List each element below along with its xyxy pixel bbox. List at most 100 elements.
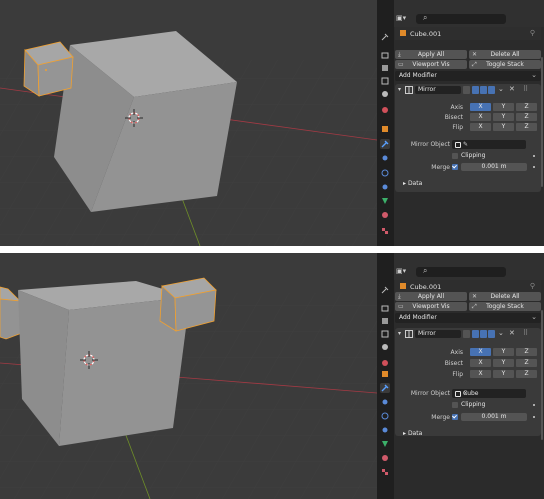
merge-distance-field[interactable]: 0.001 m — [461, 163, 527, 171]
delete-all-button[interactable]: ✕ Delete All — [469, 50, 541, 59]
search-input[interactable]: ⌕ — [416, 13, 506, 24]
mirror-object-field[interactable]: ✎ — [452, 140, 526, 149]
apply-all-button[interactable]: ⤓ Apply All — [395, 50, 467, 59]
render-camera-icon[interactable] — [488, 330, 495, 338]
viewport-display-icon[interactable] — [480, 330, 487, 338]
flip-y-toggle[interactable]: Y — [493, 123, 514, 131]
bisect-y-toggle[interactable]: Y — [493, 113, 514, 121]
flip-x-toggle[interactable]: X — [470, 123, 491, 131]
pin-icon[interactable]: ⚲ — [530, 282, 535, 290]
bisect-y-toggle[interactable]: Y — [493, 359, 514, 367]
eyedropper-icon[interactable]: ✎ — [463, 140, 523, 149]
scrollbar[interactable] — [541, 57, 543, 187]
add-modifier-dropdown[interactable]: Add Modifier ⌄ — [395, 71, 541, 81]
edit-mode-triangle-icon[interactable] — [463, 330, 470, 338]
clipping-checkbox[interactable] — [452, 153, 458, 159]
modifier-name-field[interactable]: Mirror — [415, 86, 461, 94]
viewport-vis-button[interactable]: ▭ Viewport Vis — [395, 302, 467, 311]
merge-distance-field[interactable]: 0.001 m — [461, 413, 527, 421]
tool-tab-icon[interactable] — [380, 32, 390, 42]
modifier-tab-wrench-icon[interactable] — [380, 139, 390, 149]
modifier-menu-chevron-icon[interactable]: ⌄ — [498, 85, 504, 93]
data-subpanel-toggle[interactable]: ▸ Data — [403, 430, 422, 437]
search-input[interactable]: ⌕ — [416, 266, 506, 277]
delete-all-button[interactable]: ✕ Delete All — [469, 292, 541, 301]
view-layer-tab-icon[interactable] — [380, 329, 390, 339]
constraints-tab-icon[interactable] — [380, 182, 390, 192]
properties-editor-icon[interactable]: ▣▾ — [396, 14, 412, 24]
modifier-menu-chevron-icon[interactable]: ⌄ — [498, 329, 504, 337]
pin-icon[interactable]: ⚲ — [530, 29, 535, 37]
data-tab-icon[interactable] — [380, 196, 390, 206]
merge-checkbox[interactable] — [452, 414, 458, 420]
drag-handle-icon[interactable]: ⠿ — [523, 85, 528, 93]
tool-tab-icon[interactable] — [380, 285, 390, 295]
bisect-z-toggle[interactable]: Z — [516, 359, 537, 367]
render-tab-icon[interactable] — [380, 50, 390, 60]
clear-field-icon[interactable]: ✕ — [463, 389, 523, 398]
material-tab-icon[interactable] — [380, 210, 390, 220]
axis-x-toggle[interactable]: X — [470, 348, 491, 356]
axis-y-toggle[interactable]: Y — [493, 103, 514, 111]
output-tab-icon[interactable] — [380, 63, 390, 73]
constraints-tab-icon[interactable] — [380, 425, 390, 435]
viewport-vis-button[interactable]: ▭ Viewport Vis — [395, 60, 467, 69]
texture-tab-icon[interactable] — [380, 226, 390, 236]
edit-mode-triangle-icon[interactable] — [463, 86, 470, 94]
collapse-chevron-icon[interactable]: ▾ — [398, 330, 401, 337]
mirror-object-field[interactable]: Cube ✕ — [452, 389, 526, 398]
collapse-chevron-icon[interactable]: ▾ — [398, 86, 401, 93]
output-tab-icon[interactable] — [380, 316, 390, 326]
data-tab-icon[interactable] — [380, 439, 390, 449]
merge-checkbox[interactable] — [452, 164, 458, 170]
flip-z-toggle[interactable]: Z — [516, 370, 537, 378]
3d-viewport[interactable] — [0, 253, 377, 499]
world-tab-icon[interactable] — [380, 358, 390, 368]
render-tab-icon[interactable] — [380, 303, 390, 313]
data-subpanel-toggle[interactable]: ▸ Data — [403, 180, 422, 187]
axis-x-toggle[interactable]: X — [470, 103, 491, 111]
particles-tab-icon[interactable] — [380, 397, 390, 407]
toggle-stack-button[interactable]: ⤢ Toggle Stack — [469, 302, 541, 311]
physics-tab-icon[interactable] — [380, 411, 390, 421]
merge-keyframe-dot[interactable] — [533, 416, 535, 418]
viewport-display-icon[interactable] — [480, 86, 487, 94]
flip-x-toggle[interactable]: X — [470, 370, 491, 378]
clipping-keyframe-dot[interactable] — [533, 404, 535, 406]
scrollbar[interactable] — [541, 310, 543, 440]
modifier-tab-wrench-icon[interactable] — [380, 383, 390, 393]
physics-tab-icon[interactable] — [380, 168, 390, 178]
3d-viewport[interactable] — [0, 0, 377, 246]
flip-y-toggle[interactable]: Y — [493, 370, 514, 378]
bisect-x-toggle[interactable]: X — [470, 359, 491, 367]
object-tab-icon[interactable] — [380, 124, 390, 134]
modifier-name-field[interactable]: Mirror — [415, 330, 461, 338]
scene-tab-icon[interactable] — [380, 89, 390, 99]
world-tab-icon[interactable] — [380, 105, 390, 115]
add-modifier-dropdown[interactable]: Add Modifier ⌄ — [395, 313, 541, 323]
toggle-stack-button[interactable]: ⤢ Toggle Stack — [469, 60, 541, 69]
edit-mode-icon[interactable] — [472, 86, 479, 94]
drag-handle-icon[interactable]: ⠿ — [523, 329, 528, 337]
properties-editor-icon[interactable]: ▣▾ — [396, 267, 412, 277]
flip-z-toggle[interactable]: Z — [516, 123, 537, 131]
scene-tab-icon[interactable] — [380, 342, 390, 352]
object-tab-icon[interactable] — [380, 369, 390, 379]
render-camera-icon[interactable] — [488, 86, 495, 94]
texture-tab-icon[interactable] — [380, 467, 390, 477]
bisect-z-toggle[interactable]: Z — [516, 113, 537, 121]
merge-keyframe-dot[interactable] — [533, 166, 535, 168]
material-tab-icon[interactable] — [380, 453, 390, 463]
axis-y-toggle[interactable]: Y — [493, 348, 514, 356]
clipping-checkbox[interactable] — [452, 402, 458, 408]
bisect-x-toggle[interactable]: X — [470, 113, 491, 121]
edit-mode-icon[interactable] — [472, 330, 479, 338]
modifier-close-icon[interactable]: ✕ — [509, 85, 515, 93]
view-layer-tab-icon[interactable] — [380, 76, 390, 86]
apply-all-button[interactable]: ⤓ Apply All — [395, 292, 467, 301]
axis-z-toggle[interactable]: Z — [516, 348, 537, 356]
modifier-close-icon[interactable]: ✕ — [509, 329, 515, 337]
clipping-keyframe-dot[interactable] — [533, 155, 535, 157]
axis-z-toggle[interactable]: Z — [516, 103, 537, 111]
particles-tab-icon[interactable] — [380, 153, 390, 163]
